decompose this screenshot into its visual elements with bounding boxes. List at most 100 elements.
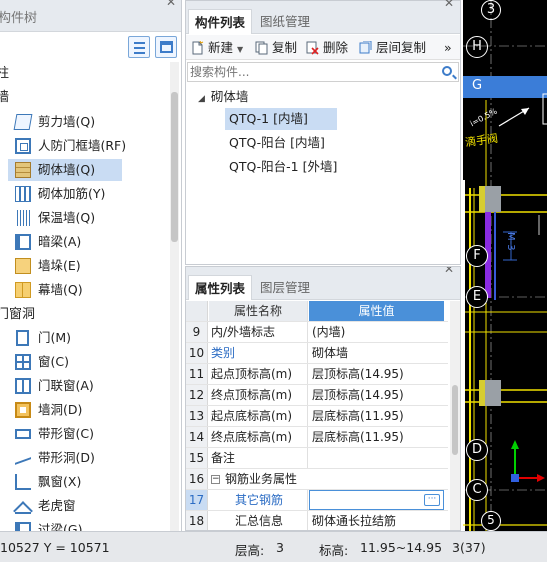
copy-icon xyxy=(255,41,268,55)
tree-item-masonry-reinforcement[interactable]: 砌体加筋(Y) xyxy=(8,183,122,205)
component-search-field[interactable] xyxy=(187,62,459,82)
tab-properties[interactable]: 属性列表 xyxy=(188,275,253,300)
search-icon[interactable] xyxy=(442,66,452,76)
axis-label-d[interactable]: D xyxy=(466,439,488,461)
masonry-wall-icon xyxy=(15,162,31,178)
properties-panel: 属性列表 图层管理 ✕ 属性名称 属性值 9 内/外墙标志 (内墙) 10 类别… xyxy=(185,266,461,531)
axis-label-5[interactable]: 5 xyxy=(481,511,501,531)
table-row[interactable]: 18 汇总信息 砌体通长拉结筋 xyxy=(186,511,448,530)
door-icon xyxy=(16,330,29,346)
grid-view-button[interactable] xyxy=(155,36,177,58)
status-extra: 3(37) xyxy=(452,540,486,555)
close-icon[interactable]: ✕ xyxy=(444,267,454,276)
ellipsis-button-icon[interactable]: ··· xyxy=(424,494,440,506)
tree-item-wall-opening[interactable]: 墙洞(D) xyxy=(8,399,122,421)
tree-item-civil-defense-door-frame-wall[interactable]: 人防门框墙(RF) xyxy=(8,135,126,157)
tree-item-bay-window[interactable]: 飘窗(X) xyxy=(8,471,122,493)
floor-copy-icon xyxy=(359,41,372,54)
table-row[interactable]: 14 终点底标高(m) 层底标高(11.95) xyxy=(186,427,448,448)
wall-opening-icon xyxy=(15,402,31,418)
other-rebar-value-field[interactable]: ··· xyxy=(309,490,444,510)
table-row[interactable]: 9 内/外墙标志 (内墙) xyxy=(186,322,448,343)
toolbar-more-button[interactable]: » xyxy=(444,39,452,57)
lintel-icon xyxy=(15,522,31,531)
status-bar: 10527 Y = 10571 层高: 3 标高: 11.95~14.95 3(… xyxy=(0,531,547,562)
component-tree-title: 构件树 xyxy=(0,11,38,26)
floor-height-value: 3 xyxy=(276,540,284,555)
floor-copy-button[interactable]: 层间复制 xyxy=(358,39,426,57)
delete-button[interactable]: 删除 xyxy=(305,39,348,57)
close-icon[interactable]: ✕ xyxy=(444,0,454,10)
tree-group-wall[interactable]: 墙 xyxy=(0,88,9,108)
component-search-input[interactable] xyxy=(190,64,430,80)
tree-item-insulation-wall[interactable]: 保温墙(Q) xyxy=(8,207,122,229)
list-view-button[interactable] xyxy=(128,36,150,58)
tree-item-masonry-wall[interactable]: 砌体墙(Q) xyxy=(8,159,122,181)
tree-scrollbar[interactable] xyxy=(170,62,179,531)
cad-drawing-canvas[interactable]: 3 H G F E D C 5 i=0.5% 滴手阀 M-3 xyxy=(463,0,547,531)
tree-item-shear-wall[interactable]: 剪力墙(Q) xyxy=(8,111,122,133)
axis-label-c[interactable]: C xyxy=(466,479,488,501)
tree-scrollbar-thumb[interactable] xyxy=(171,92,178,242)
curtain-wall-icon xyxy=(15,282,31,298)
tree-item-dormer-window[interactable]: 老虎窗 xyxy=(8,495,122,517)
tree-item-wall-pier[interactable]: 墙垛(E) xyxy=(8,255,122,277)
axis-label-h[interactable]: H xyxy=(466,36,488,58)
tab-layer-management[interactable]: 图层管理 xyxy=(254,275,316,300)
window-icon xyxy=(15,354,31,370)
strip-window-icon xyxy=(15,429,31,439)
wall-pier-icon xyxy=(15,258,31,274)
collapse-triangle-icon[interactable]: ◢ xyxy=(198,94,205,104)
tree-item-curtain-wall[interactable]: 幕墙(Q) xyxy=(8,279,122,301)
table-row[interactable]: 11 起点顶标高(m) 层顶标高(14.95) xyxy=(186,364,448,385)
table-row[interactable]: 15 备注 xyxy=(186,448,448,469)
properties-header-row: 属性名称 属性值 xyxy=(186,301,448,322)
tree-item-door-window[interactable]: 门联窗(A) xyxy=(8,375,122,397)
masonry-reinforcement-icon xyxy=(15,186,31,202)
tree-item-window[interactable]: 窗(C) xyxy=(8,351,122,373)
tree-item-door[interactable]: 门(M) xyxy=(8,327,122,349)
axis-label-f[interactable]: F xyxy=(466,245,488,267)
table-row[interactable]: 12 终点顶标高(m) 层顶标高(14.95) xyxy=(186,385,448,406)
tree-group-column[interactable]: 柱 xyxy=(0,64,9,84)
tree-item-strip-window[interactable]: 带形窗(C) xyxy=(8,423,122,445)
component-list-panel: 构件列表 图纸管理 ✕ 新建 ▼ 复制 删除 层间复制 » ◢砌体墙 QTQ-1… xyxy=(185,0,461,265)
properties-tabbar: 属性列表 图层管理 ✕ xyxy=(186,267,460,300)
close-icon[interactable]: ✕ xyxy=(166,0,176,9)
component-item-qtq-balcony[interactable]: QTQ-阳台 [内墙] xyxy=(225,132,329,154)
table-row[interactable]: 17 其它钢筋 ··· xyxy=(186,490,448,511)
tree-item-strip-opening[interactable]: 带形洞(D) xyxy=(8,447,122,469)
table-row[interactable]: 13 起点底标高(m) 层底标高(11.95) xyxy=(186,406,448,427)
hidden-beam-icon xyxy=(15,234,31,250)
component-tree-titlebar: 构件树 ✕ xyxy=(0,0,181,32)
shear-wall-icon xyxy=(13,114,33,130)
axis-label-g[interactable]: G xyxy=(466,76,488,98)
civil-defense-door-frame-wall-icon xyxy=(15,138,31,154)
new-button[interactable]: 新建 ▼ xyxy=(190,39,243,57)
properties-scrollbar-thumb[interactable] xyxy=(452,385,458,455)
component-tree-panel: 构件树 ✕ 柱 墙 剪力墙(Q) 人防门框墙(RF) 砌体墙(Q) 砌体加筋(Y… xyxy=(0,0,182,531)
tree-item-lintel[interactable]: 过梁(G) xyxy=(8,519,122,531)
axis-label-e[interactable]: E xyxy=(466,286,488,308)
component-item-qtq-balcony-1[interactable]: QTQ-阳台-1 [外墙] xyxy=(225,156,341,178)
table-row[interactable]: 16 − 钢筋业务属性 xyxy=(186,469,448,490)
properties-scrollbar[interactable] xyxy=(450,301,460,530)
elevation-value: 11.95~14.95 xyxy=(360,540,443,555)
door-window-icon xyxy=(15,378,31,394)
tab-component-list[interactable]: 构件列表 xyxy=(188,9,253,34)
copy-button[interactable]: 复制 xyxy=(254,39,297,57)
component-group-masonry-wall[interactable]: ◢ 砌体墙 xyxy=(198,86,248,105)
door-annotation: M-3 xyxy=(505,232,516,251)
bay-window-icon xyxy=(15,474,31,490)
header-property-value: 属性值 xyxy=(309,301,444,321)
tree-item-hidden-beam[interactable]: 暗梁(A) xyxy=(8,231,122,253)
collapse-toggle-icon[interactable]: − xyxy=(211,475,220,484)
delete-icon xyxy=(306,41,319,55)
tab-drawing-management[interactable]: 图纸管理 xyxy=(254,9,316,34)
tree-group-openings[interactable]: 门窗洞 xyxy=(0,305,35,325)
axis-label-3[interactable]: 3 xyxy=(481,0,501,20)
component-item-qtq-1[interactable]: QTQ-1 [内墙] xyxy=(225,108,337,130)
table-row[interactable]: 10 类别 砌体墙 xyxy=(186,343,448,364)
floor-height-label: 层高: xyxy=(235,543,265,558)
dropdown-arrow-icon[interactable]: ▼ xyxy=(237,45,243,54)
